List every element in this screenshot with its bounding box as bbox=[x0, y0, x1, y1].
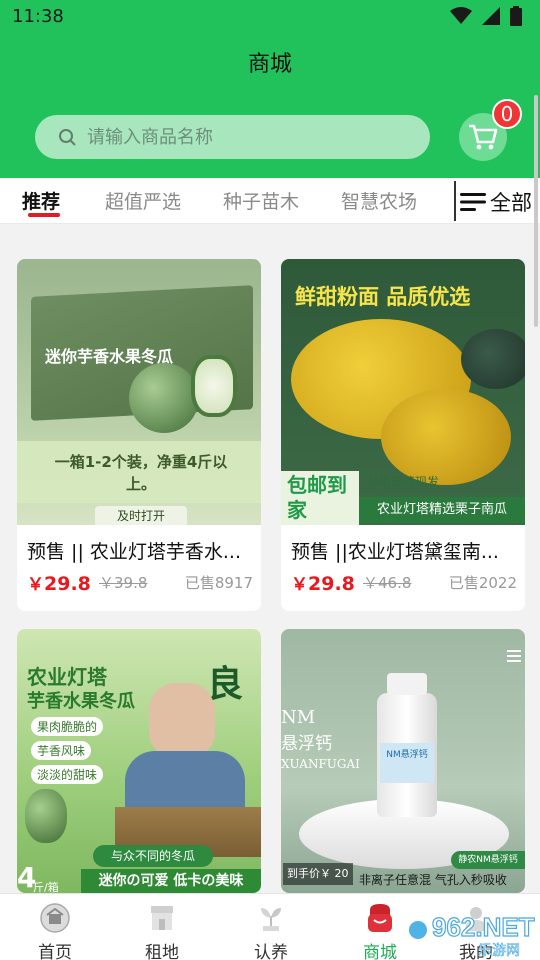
tab-recommend[interactable]: 推荐 bbox=[22, 187, 60, 214]
price-value: 29.8 bbox=[44, 573, 91, 595]
status-bar: 11:38 bbox=[0, 0, 540, 34]
original-price: ￥39.8 bbox=[99, 574, 148, 592]
price-value: 29.8 bbox=[308, 573, 355, 595]
shopping-cart-icon bbox=[469, 124, 498, 150]
nav-adopt[interactable]: 认养 bbox=[231, 902, 311, 960]
nav-home[interactable]: 首页 bbox=[15, 902, 95, 960]
ribbon-bottom: 农业灯塔精选栗子南瓜 bbox=[359, 497, 525, 523]
all-label: 全部 bbox=[490, 191, 532, 215]
product-price: ￥29.8 bbox=[291, 570, 355, 595]
original-price: ￥46.8 bbox=[363, 574, 412, 592]
feature-point: 淡淡的甜味 bbox=[31, 765, 104, 784]
promo-badge: 包邮到家 bbox=[281, 471, 359, 525]
battery-icon bbox=[510, 6, 522, 26]
melon-slice bbox=[191, 355, 237, 417]
bottle-label: NM悬浮钙 bbox=[380, 743, 434, 783]
watermark-text: 962.NET bbox=[432, 912, 535, 942]
currency-symbol: ￥ bbox=[27, 575, 44, 595]
nav-label: 首页 bbox=[38, 943, 72, 960]
menu-lines-icon bbox=[460, 193, 486, 211]
image-tag: 及时打开 bbox=[95, 506, 187, 525]
cart-badge: 0 bbox=[492, 99, 522, 129]
feature-point: 芋香风味 bbox=[31, 741, 92, 760]
site-watermark: 962.NET 乐游网 bbox=[403, 911, 535, 958]
product-card[interactable]: 鲜甜粉面 品质优选 包邮到家 基地现摘现发 农业灯塔精选栗子南瓜 预售 ||农业… bbox=[281, 259, 525, 611]
home-icon bbox=[40, 903, 70, 933]
tab-divider bbox=[454, 181, 456, 221]
ribbon-top: 基地现摘现发 bbox=[367, 475, 440, 489]
nav-label: 认养 bbox=[254, 943, 288, 960]
product-price: ￥29.8 bbox=[27, 570, 91, 595]
store-icon bbox=[151, 906, 173, 930]
product-card[interactable]: 迷你芋香水果冬瓜 一箱1-2个装，净重4斤以上。 及时打开 预售 || 农业灯塔… bbox=[17, 259, 261, 611]
product-card[interactable]: 农业灯塔 芋香水果冬瓜 良 果肉脆脆的 芋香风味 淡淡的甜味 与众不同的冬瓜 4… bbox=[17, 629, 261, 893]
weight-unit: 斤/箱 bbox=[33, 881, 59, 893]
image-headline: 鲜甜粉面 品质优选 bbox=[295, 285, 471, 309]
image-tagline: 迷你の可爱 低卡の美味 bbox=[81, 869, 261, 893]
product-slogan: 非离子任意混 气孔入秒吸收 bbox=[359, 873, 507, 887]
currency-symbol: ￥ bbox=[291, 575, 308, 595]
scrollbar[interactable] bbox=[534, 95, 538, 327]
more-menu-icon[interactable] bbox=[507, 649, 521, 663]
search-box[interactable] bbox=[35, 115, 430, 159]
tab-seeds-seedlings[interactable]: 种子苗木 bbox=[223, 187, 299, 214]
product-cn-name: 悬浮钙 bbox=[281, 734, 332, 754]
search-icon bbox=[59, 129, 76, 146]
pumpkin-image bbox=[461, 329, 525, 389]
search-input[interactable] bbox=[87, 126, 387, 148]
feature-point: 果肉脆脆的 bbox=[31, 717, 104, 736]
tab-value-picks[interactable]: 超值严选 bbox=[105, 187, 181, 214]
page-title: 商城 bbox=[247, 52, 292, 77]
status-time: 11:38 bbox=[12, 6, 64, 27]
price-tag: 到手价￥ 20 bbox=[283, 863, 353, 885]
melon-image bbox=[25, 789, 67, 843]
sold-count: 已售2022 bbox=[448, 574, 517, 592]
product-pinyin: XUANFUGAI bbox=[281, 757, 360, 771]
signal-icon bbox=[482, 7, 500, 25]
product-image: NM 悬浮钙 XUANFUGAI NM悬浮钙 到手价￥ 20 静农NM悬浮钙 非… bbox=[281, 629, 525, 893]
all-categories-button[interactable]: 全部 bbox=[460, 187, 532, 217]
nav-rent-land[interactable]: 租地 bbox=[122, 902, 202, 960]
shop-bag-icon bbox=[368, 904, 392, 932]
price-row: ￥29.8 ￥46.8 已售2022 bbox=[291, 567, 517, 595]
category-tabs: 推荐 超值严选 种子苗木 智慧农场 bbox=[0, 178, 540, 224]
bottle-cap bbox=[387, 673, 427, 695]
product-name: 预售 || 农业灯塔芋香水... bbox=[27, 541, 242, 563]
image-title: 芋香水果冬瓜 bbox=[27, 691, 135, 712]
status-icons bbox=[450, 6, 522, 26]
brand-tag: 静农NM悬浮钙 bbox=[451, 851, 525, 869]
tab-smart-farm[interactable]: 智慧农场 bbox=[341, 187, 417, 214]
image-caption: 一箱1-2个装，净重4斤以上。 bbox=[54, 453, 228, 493]
product-card[interactable]: NM 悬浮钙 XUANFUGAI NM悬浮钙 到手价￥ 20 静农NM悬浮钙 非… bbox=[281, 629, 525, 893]
image-title: 农业灯塔 bbox=[27, 665, 107, 689]
active-tab-indicator bbox=[28, 213, 60, 217]
pumpkin-image bbox=[381, 389, 511, 485]
sold-count: 已售8917 bbox=[184, 574, 253, 592]
nav-label: 租地 bbox=[145, 943, 179, 960]
watermark-subtext: 乐游网 bbox=[478, 943, 520, 958]
melon-image bbox=[129, 363, 199, 433]
product-image: 农业灯塔 芋香水果冬瓜 良 果肉脆脆的 芋香风味 淡淡的甜味 与众不同的冬瓜 4… bbox=[17, 629, 261, 893]
price-row: ￥29.8 ￥39.8 已售8917 bbox=[27, 567, 253, 595]
image-banner: 与众不同的冬瓜 bbox=[93, 845, 213, 867]
wifi-icon bbox=[450, 7, 472, 24]
person-image bbox=[149, 683, 215, 755]
nm-title: NM bbox=[281, 707, 316, 728]
product-image: 鲜甜粉面 品质优选 包邮到家 基地现摘现发 农业灯塔精选栗子南瓜 bbox=[281, 259, 525, 525]
product-name: 预售 ||农业灯塔黛玺南... bbox=[291, 541, 499, 563]
product-image: 迷你芋香水果冬瓜 一箱1-2个装，净重4斤以上。 及时打开 bbox=[17, 259, 261, 525]
sprout-icon bbox=[261, 908, 281, 931]
